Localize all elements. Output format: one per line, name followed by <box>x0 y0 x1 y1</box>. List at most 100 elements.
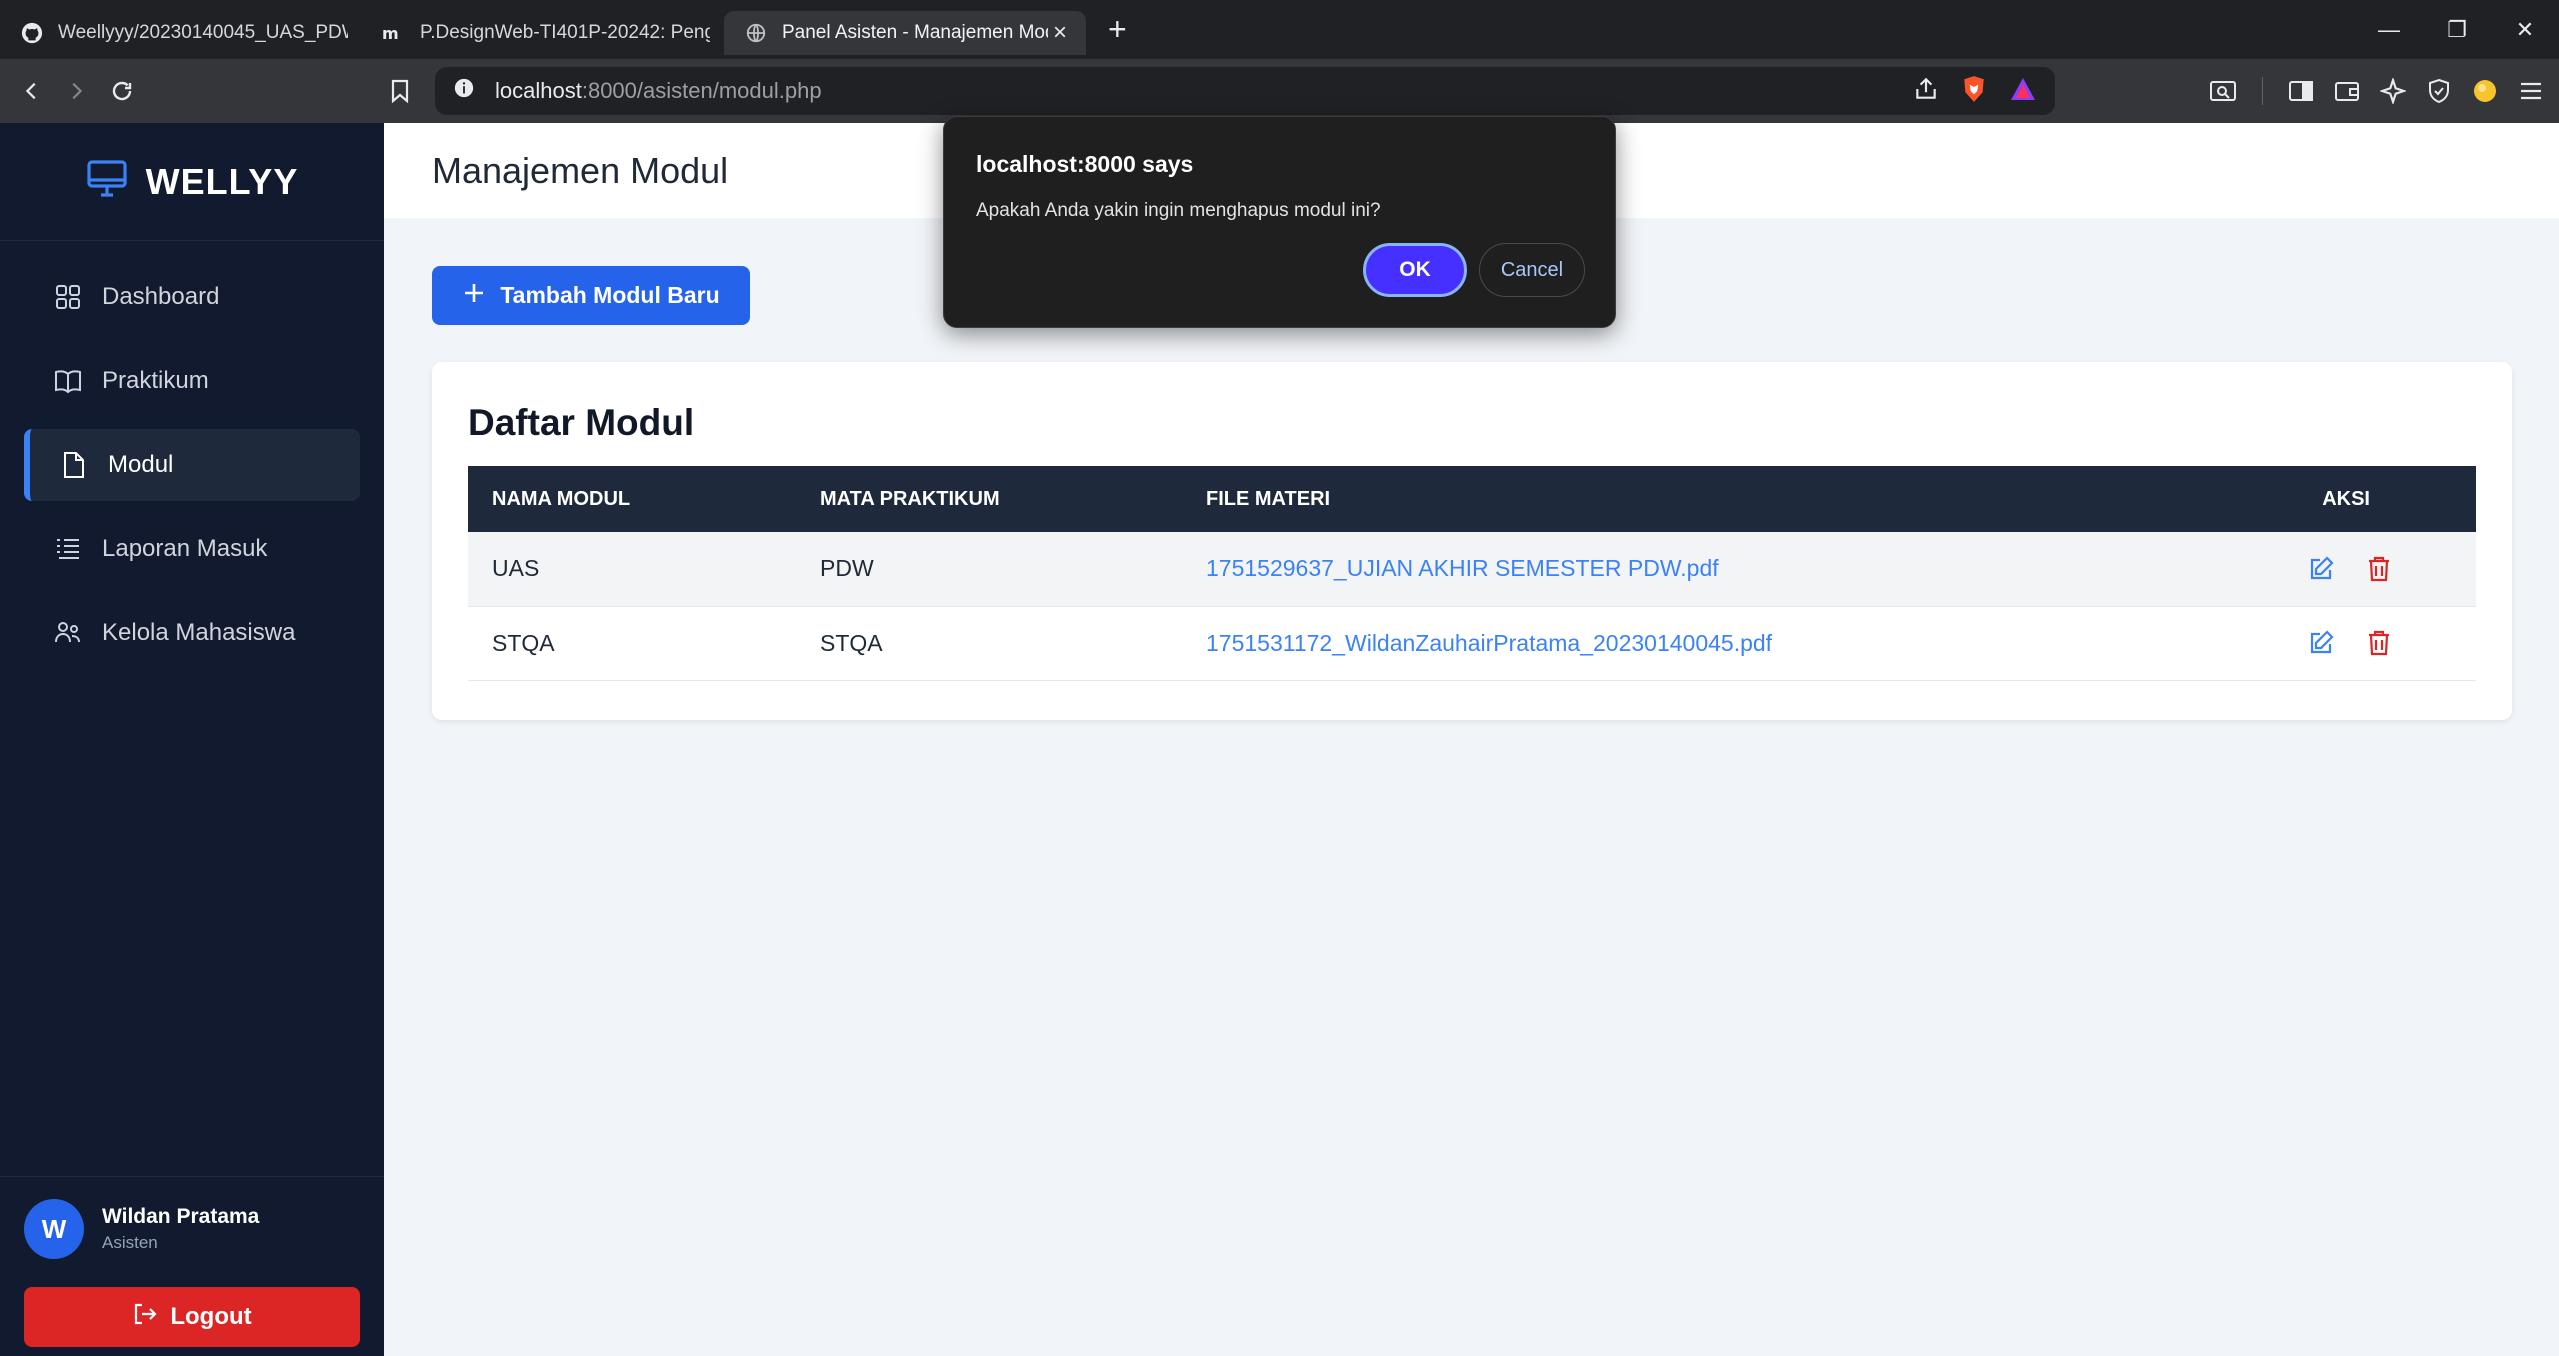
user-role: Asisten <box>102 1233 158 1252</box>
separator <box>2253 69 2271 113</box>
module-file-link[interactable]: 1751531172_WildanZauhairPratama_20230140… <box>1206 630 1772 656</box>
page-title: Manajemen Modul <box>432 149 729 191</box>
module-course: PDW <box>820 555 874 582</box>
module-course: STQA <box>820 629 883 656</box>
moodle-icon: m <box>382 21 406 45</box>
github-icon <box>20 21 44 45</box>
bookmark-icon[interactable] <box>378 69 422 113</box>
tab-title: Weellyyy/20230140045_UAS_PDW <box>58 21 348 43</box>
browser-tab-active[interactable]: Panel Asisten - Manajemen Mod × <box>724 10 1086 55</box>
book-open-icon <box>54 367 82 395</box>
tab-search-icon[interactable] <box>2207 69 2239 113</box>
report-icon <box>54 535 82 563</box>
restore-icon[interactable]: ❐ <box>2423 17 2491 43</box>
user-details: Wildan Pratama Asisten <box>102 1205 259 1253</box>
add-module-button[interactable]: Tambah Modul Baru <box>432 266 750 325</box>
url-host: localhost <box>495 78 582 103</box>
actions-cell <box>2176 532 2476 606</box>
reload-icon[interactable] <box>100 69 144 113</box>
window-controls: — ❐ ✕ <box>2355 0 2559 59</box>
edit-icon[interactable] <box>2304 626 2338 660</box>
sidebar-item-dashboard[interactable]: Dashboard <box>24 261 360 333</box>
logout-label: Logout <box>170 1303 252 1330</box>
monitor-icon <box>86 159 128 204</box>
column-header: MATA PRAKTIKUM <box>820 487 1000 510</box>
user-panel: W Wildan Pratama Asisten Logout <box>0 1176 384 1356</box>
column-header: FILE MATERI <box>1206 487 1331 510</box>
close-tab-icon[interactable]: × <box>1048 19 1072 47</box>
cancel-button[interactable]: Cancel <box>1479 243 1585 297</box>
dialog-title: localhost:8000 says <box>976 151 1194 177</box>
brand[interactable]: WELLYY <box>0 123 384 241</box>
url-path: :8000/asisten/modul.php <box>581 78 822 103</box>
module-file-cell: 1751529637_UJIAN AKHIR SEMESTER PDW.pdf <box>1182 532 2176 606</box>
wallet-icon[interactable] <box>2331 69 2363 113</box>
actions-cell <box>2176 606 2476 680</box>
menu-icon[interactable] <box>2515 69 2547 113</box>
profile-icon[interactable] <box>2469 69 2501 113</box>
brave-rewards-icon[interactable] <box>2009 76 2037 108</box>
vpn-shield-icon[interactable] <box>2423 69 2455 113</box>
browser-tab-strip: Weellyyy/20230140045_UAS_PDW m P.DesignW… <box>0 0 2559 59</box>
module-file-link[interactable]: 1751529637_UJIAN AKHIR SEMESTER PDW.pdf <box>1206 555 1719 581</box>
dialog-buttons: OK Cancel <box>1363 243 1585 297</box>
browser-toolbar: localhost:8000/asisten/modul.php <box>0 59 2559 123</box>
tab-title: Panel Asisten - Manajemen Mod <box>782 21 1048 43</box>
site-info-icon[interactable] <box>453 77 475 105</box>
confirm-dialog: localhost:8000 says Apakah Anda yakin in… <box>943 116 1616 328</box>
browser-tab-moodle[interactable]: m P.DesignWeb-TI401P-20242: Pengum <box>362 11 724 55</box>
trash-icon[interactable] <box>2362 626 2396 660</box>
module-name: STQA <box>492 629 555 656</box>
tab-title: P.DesignWeb-TI401P-20242: Pengum <box>420 21 710 43</box>
module-name: UAS <box>492 555 540 582</box>
sidebar-item-label: Dashboard <box>102 283 220 310</box>
table-row: STQA STQA 1751531172_WildanZauhairPratam… <box>468 606 2476 680</box>
new-tab-icon[interactable]: + <box>1108 11 1127 48</box>
sidebar: WELLYY Dashboard Praktikum Modul Laporan… <box>0 123 384 1356</box>
browser-tab-github[interactable]: Weellyyy/20230140045_UAS_PDW <box>0 11 362 55</box>
brave-shield-icon[interactable] <box>1961 75 1987 109</box>
sidebar-toggle-icon[interactable] <box>2285 69 2317 113</box>
logout-button[interactable]: Logout <box>24 1287 360 1347</box>
toolbar-extensions <box>2207 69 2547 113</box>
minimize-icon[interactable]: — <box>2355 17 2423 43</box>
close-window-icon[interactable]: ✕ <box>2491 17 2559 43</box>
sidebar-item-label: Praktikum <box>102 367 209 394</box>
dialog-message: Apakah Anda yakin ingin menghapus modul … <box>976 200 1381 221</box>
file-icon <box>60 451 88 479</box>
address-bar[interactable]: localhost:8000/asisten/modul.php <box>435 67 2055 115</box>
sidebar-item-label: Laporan Masuk <box>102 535 268 562</box>
trash-icon[interactable] <box>2362 552 2396 586</box>
users-icon <box>54 619 82 647</box>
brand-name: WELLYY <box>145 160 299 202</box>
globe-icon <box>744 21 768 45</box>
user-name: Wildan Pratama <box>102 1205 260 1228</box>
sidebar-item-label: Kelola Mahasiswa <box>102 619 296 646</box>
card-title: Daftar Modul <box>468 402 695 443</box>
leo-ai-icon[interactable] <box>2377 69 2409 113</box>
address-bar-actions <box>1913 75 2037 109</box>
share-icon[interactable] <box>1913 76 1939 108</box>
sidebar-item-laporan-masuk[interactable]: Laporan Masuk <box>24 513 360 585</box>
sidebar-item-kelola-mahasiswa[interactable]: Kelola Mahasiswa <box>24 597 360 669</box>
back-icon[interactable] <box>10 69 54 113</box>
sidebar-nav: Dashboard Praktikum Modul Laporan Masuk … <box>0 261 384 669</box>
logout-icon <box>132 1301 158 1334</box>
user-info: W Wildan Pratama Asisten <box>24 1199 360 1259</box>
grid-icon <box>54 283 82 311</box>
column-header: NAMA MODUL <box>492 487 631 510</box>
sidebar-item-praktikum[interactable]: Praktikum <box>24 345 360 417</box>
url-text: localhost:8000/asisten/modul.php <box>495 78 822 104</box>
plus-icon <box>462 281 486 311</box>
table-header-row: NAMA MODUL MATA PRAKTIKUM FILE MATERI AK… <box>468 466 2476 532</box>
edit-icon[interactable] <box>2304 552 2338 586</box>
ok-button[interactable]: OK <box>1363 243 1467 297</box>
sidebar-item-label: Modul <box>108 451 174 478</box>
add-module-label: Tambah Modul Baru <box>500 282 720 308</box>
module-list-card: Daftar Modul NAMA MODUL MATA PRAKTIKUM F… <box>432 362 2512 720</box>
table-row: UAS PDW 1751529637_UJIAN AKHIR SEMESTER … <box>468 532 2476 606</box>
module-table: NAMA MODUL MATA PRAKTIKUM FILE MATERI AK… <box>468 466 2476 681</box>
column-header: AKSI <box>2322 487 2370 510</box>
forward-icon[interactable] <box>54 69 98 113</box>
sidebar-item-modul[interactable]: Modul <box>24 429 360 501</box>
